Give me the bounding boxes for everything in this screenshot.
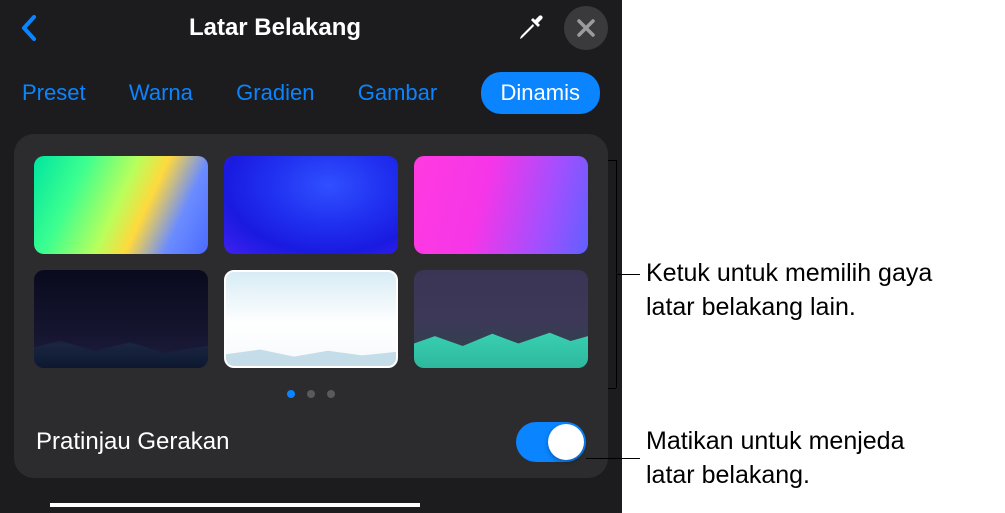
panel-header: Latar Belakang [0, 0, 622, 60]
background-thumb[interactable] [414, 156, 588, 254]
tab-gradien[interactable]: Gradien [236, 80, 314, 106]
content-card: Pratinjau Gerakan [14, 134, 608, 478]
category-tabs: Preset Warna Gradien Gambar Dinamis [0, 60, 622, 134]
pagination-dots [34, 390, 588, 398]
motion-preview-row: Pratinjau Gerakan [34, 422, 588, 462]
tab-preset[interactable]: Preset [22, 80, 86, 106]
callout-text-line: Ketuk untuk memilih gaya [646, 259, 932, 287]
background-thumb[interactable] [414, 270, 588, 368]
background-grid [34, 156, 588, 368]
page-dot[interactable] [287, 390, 295, 398]
tab-dinamis[interactable]: Dinamis [481, 72, 600, 114]
background-thumb[interactable] [224, 270, 398, 368]
callout-toggle-hint: Matikan untuk menjeda latar belakang. [646, 425, 904, 493]
close-icon [576, 18, 596, 38]
text-underline [50, 503, 420, 507]
callouts: Ketuk untuk memilih gaya latar belakang … [622, 0, 1005, 513]
background-panel: Latar Belakang Preset Warna Gradien Gamb… [0, 0, 622, 513]
eyedropper-button[interactable] [516, 13, 546, 43]
header-actions [516, 6, 608, 50]
tab-gambar[interactable]: Gambar [358, 80, 437, 106]
motion-preview-label: Pratinjau Gerakan [36, 428, 229, 456]
callout-text-line: Matikan untuk menjeda [646, 427, 904, 455]
tab-warna[interactable]: Warna [129, 80, 193, 106]
callout-line [608, 160, 616, 161]
callout-line [616, 274, 640, 275]
toggle-knob [548, 424, 584, 460]
background-thumb[interactable] [34, 156, 208, 254]
callout-line [608, 388, 616, 389]
close-button[interactable] [564, 6, 608, 50]
callout-text-line: latar belakang lain. [646, 293, 856, 321]
callout-line [586, 458, 640, 459]
background-thumb[interactable] [34, 270, 208, 368]
panel-title: Latar Belakang [34, 14, 516, 42]
background-thumb[interactable] [224, 156, 398, 254]
page-dot[interactable] [327, 390, 335, 398]
callout-thumb-hint: Ketuk untuk memilih gaya latar belakang … [646, 257, 932, 325]
eyedropper-icon [517, 14, 545, 42]
motion-preview-toggle[interactable] [516, 422, 586, 462]
callout-text-line: latar belakang. [646, 461, 810, 489]
page-dot[interactable] [307, 390, 315, 398]
